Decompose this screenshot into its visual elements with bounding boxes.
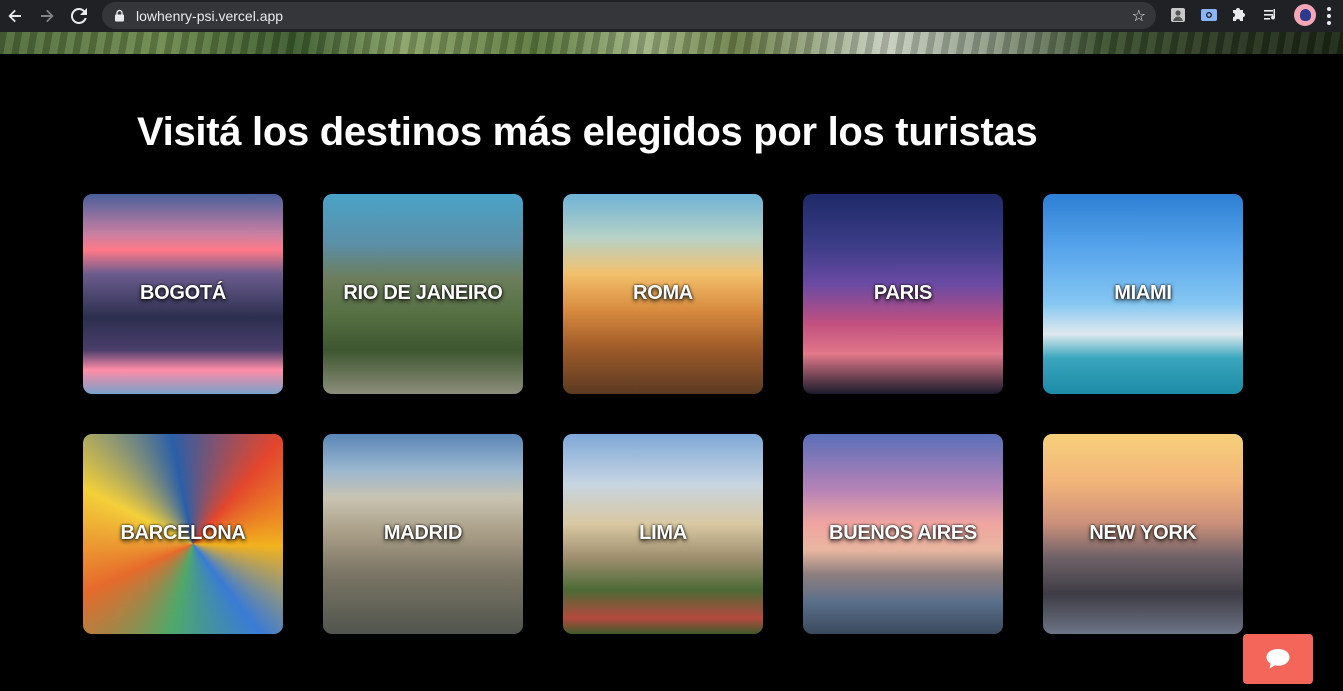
browser-toolbar: lowhenry-psi.vercel.app ☆: [0, 0, 1343, 32]
back-arrow-icon[interactable]: [2, 3, 28, 29]
avatar[interactable]: [1294, 4, 1316, 26]
destination-card-miami[interactable]: MIAMI: [1043, 194, 1243, 394]
page-title: Visitá los destinos más elegidos por los…: [137, 110, 1038, 154]
chat-bubble-icon: [1266, 649, 1290, 669]
url-text: lowhenry-psi.vercel.app: [136, 8, 284, 24]
media-icon[interactable]: [1261, 5, 1281, 25]
destination-label: BUENOS AIRES: [829, 522, 977, 544]
puzzle-icon[interactable]: [1230, 5, 1250, 25]
forward-arrow-icon[interactable]: [34, 3, 60, 29]
destination-card-barcelona[interactable]: BARCELONA: [83, 434, 283, 634]
destination-label: BOGOTÁ: [140, 282, 226, 304]
extension-icon[interactable]: [1168, 5, 1188, 25]
address-bar[interactable]: lowhenry-psi.vercel.app ☆: [102, 2, 1156, 29]
destination-card-paris[interactable]: PARIS: [803, 194, 1003, 394]
lock-icon: [115, 9, 124, 22]
destination-card-roma[interactable]: ROMA: [563, 194, 763, 394]
destination-label: PARIS: [873, 282, 933, 304]
destination-label: ROMA: [633, 282, 693, 304]
destination-label: MADRID: [383, 522, 463, 544]
destination-card-lima[interactable]: LIMA: [563, 434, 763, 634]
chat-button[interactable]: [1243, 634, 1313, 684]
destination-label: BARCELONA: [120, 522, 246, 544]
destination-label: LIMA: [639, 522, 687, 544]
destination-label: MIAMI: [1114, 282, 1172, 304]
hero-image: [0, 32, 1343, 54]
menu-icon[interactable]: [1327, 7, 1331, 25]
destination-card-rio-de-janeiro[interactable]: RIO DE JANEIRO: [323, 194, 523, 394]
destination-label: RIO DE JANEIRO: [343, 282, 503, 304]
destination-card-bogota[interactable]: BOGOTÁ: [83, 194, 283, 394]
destination-card-buenos-aires[interactable]: BUENOS AIRES: [803, 434, 1003, 634]
destination-card-new-york[interactable]: NEW YORK: [1043, 434, 1243, 634]
star-icon[interactable]: ☆: [1132, 6, 1146, 26]
screencast-icon[interactable]: [1199, 5, 1219, 25]
destination-card-madrid[interactable]: MADRID: [323, 434, 523, 634]
reload-icon[interactable]: [66, 3, 92, 29]
destination-label: NEW YORK: [1089, 522, 1197, 544]
